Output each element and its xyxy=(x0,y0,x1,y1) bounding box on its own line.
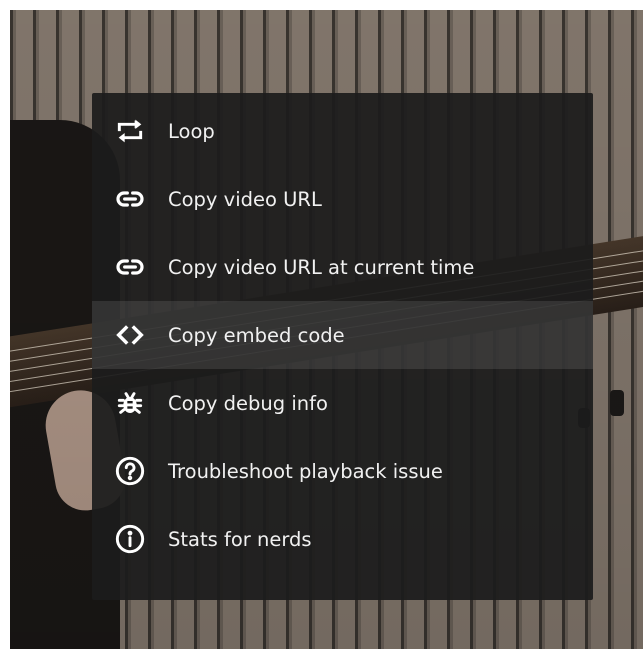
menu-item-label: Stats for nerds xyxy=(168,527,312,551)
menu-item-label: Troubleshoot playback issue xyxy=(168,459,443,483)
menu-item-copy-video-url[interactable]: Copy video URL xyxy=(92,165,593,233)
code-icon xyxy=(112,317,148,353)
menu-item-stats-for-nerds[interactable]: Stats for nerds xyxy=(92,505,593,573)
help-circle-icon xyxy=(112,453,148,489)
bug-icon xyxy=(112,385,148,421)
menu-item-label: Loop xyxy=(168,119,215,143)
menu-item-loop[interactable]: Loop xyxy=(92,97,593,165)
menu-item-copy-embed-code[interactable]: Copy embed code xyxy=(92,301,593,369)
menu-item-copy-video-url-at-time[interactable]: Copy video URL at current time xyxy=(92,233,593,301)
menu-item-label: Copy video URL at current time xyxy=(168,255,475,279)
menu-item-label: Copy debug info xyxy=(168,391,328,415)
menu-item-label: Copy video URL xyxy=(168,187,322,211)
link-icon xyxy=(112,181,148,217)
loop-icon xyxy=(112,113,148,149)
menu-item-copy-debug-info[interactable]: Copy debug info xyxy=(92,369,593,437)
info-circle-icon xyxy=(112,521,148,557)
menu-item-troubleshoot-playback[interactable]: Troubleshoot playback issue xyxy=(92,437,593,505)
menu-item-label: Copy embed code xyxy=(168,323,345,347)
link-icon xyxy=(112,249,148,285)
context-menu: Loop Copy video URL Copy video URL at cu… xyxy=(92,93,593,600)
